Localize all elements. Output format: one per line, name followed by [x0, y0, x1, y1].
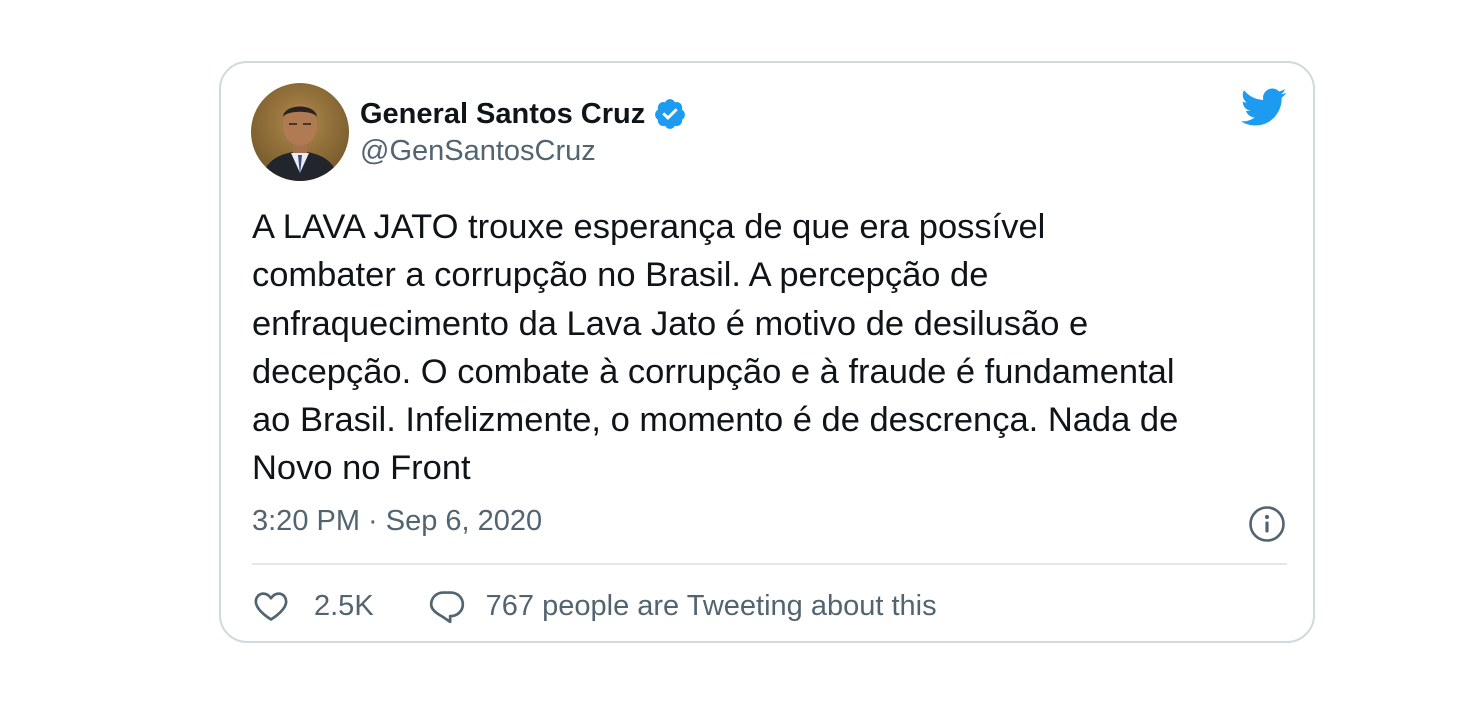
like-action[interactable]: 2.5K	[252, 587, 428, 625]
tweet-text-line: decepção. O combate à corrupção e à frau…	[252, 352, 1175, 391]
heart-icon[interactable]	[252, 587, 290, 625]
reply-bubble-icon[interactable]	[428, 587, 466, 625]
verified-badge-icon	[653, 97, 687, 131]
like-count: 2.5K	[314, 589, 374, 622]
divider	[252, 563, 1287, 565]
author-handle[interactable]: @GenSantosCruz	[360, 135, 596, 168]
tweet-actions: 2.5K 767 people are Tweeting about this	[252, 587, 937, 625]
tweet-timestamp[interactable]: 3:20 PM · Sep 6, 2020	[252, 505, 542, 538]
tweet-text-line: ao Brasil. Infelizmente, o momento é de …	[252, 401, 1179, 440]
tweet-card[interactable]: General Santos Cruz @GenSantosCruz A LAV…	[219, 61, 1315, 643]
twitter-bird-icon[interactable]	[1239, 87, 1287, 129]
reply-action[interactable]: 767 people are Tweeting about this	[428, 587, 937, 625]
avatar[interactable]	[251, 83, 349, 181]
tweet-text-line: enfraquecimento da Lava Jato é motivo de…	[252, 304, 1089, 343]
info-icon[interactable]	[1248, 505, 1286, 543]
author-name-row: General Santos Cruz	[360, 97, 687, 131]
tweet-text-line: Novo no Front	[252, 449, 471, 488]
tweeting-count-link[interactable]: 767 people are Tweeting about this	[486, 590, 937, 623]
tweet-text-line: combater a corrupção no Brasil. A percep…	[252, 256, 989, 295]
author-display-name[interactable]: General Santos Cruz	[360, 98, 645, 131]
tweet-text-line: A LAVA JATO trouxe esperança de que era …	[252, 208, 1046, 246]
tweet-text: A LAVA JATO trouxe esperança de que era …	[252, 203, 1297, 493]
